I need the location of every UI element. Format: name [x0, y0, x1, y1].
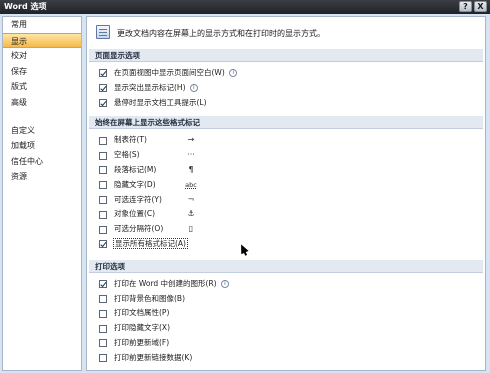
- option-print-properties[interactable]: 打印文档属性(P): [87, 306, 485, 321]
- panel-description: 更改文档内容在屏幕上的显示方式和在打印时的显示方式。: [117, 29, 325, 38]
- option-label: 段落标记(M): [114, 164, 157, 174]
- checkbox[interactable]: [99, 240, 107, 249]
- option-label: 悬停时显示文档工具提示(L): [114, 97, 207, 107]
- section-title-page-display: 页面显示选项: [89, 49, 483, 62]
- sidebar-item-trust-center[interactable]: 信任中心: [3, 154, 81, 170]
- checkbox[interactable]: [99, 166, 107, 175]
- checkbox[interactable]: [99, 225, 107, 234]
- option-optional-hyphens[interactable]: 可选连字符(Y) ¬: [87, 193, 485, 208]
- checkbox[interactable]: [99, 354, 107, 363]
- window-controls: ? X: [459, 1, 487, 12]
- option-label: 打印前更新链接数据(K): [114, 352, 193, 362]
- option-label: 显示突出显示标记(H): [114, 82, 186, 92]
- option-print-background[interactable]: 打印背景色和图像(B): [87, 292, 485, 307]
- option-label: 在页面视图中显示页面间空白(W): [114, 68, 225, 77]
- option-paragraph-marks[interactable]: 段落标记(M) ¶: [87, 163, 485, 178]
- checkbox[interactable]: [99, 181, 107, 190]
- section-title-print: 打印选项: [89, 259, 483, 273]
- sidebar-separator: [3, 111, 81, 123]
- info-icon: i: [229, 69, 238, 77]
- checkbox[interactable]: [99, 339, 107, 348]
- anchor-icon: ⚓: [187, 209, 195, 219]
- sidebar-item-display[interactable]: 显示: [3, 32, 81, 49]
- option-label: 可选连字符(Y): [114, 194, 162, 204]
- checkbox[interactable]: [99, 210, 107, 219]
- checkbox[interactable]: [99, 324, 107, 333]
- option-label: 空格(S): [114, 150, 140, 160]
- paragraph-mark-icon: ¶: [188, 164, 194, 174]
- option-label: 隐藏文字(D): [114, 179, 156, 189]
- checkbox[interactable]: [99, 280, 107, 289]
- checkbox[interactable]: [99, 309, 107, 318]
- option-show-all-formatting-marks[interactable]: 显示所有格式标记(A): [87, 237, 485, 255]
- title-bar: Word 选项 ? X: [0, 0, 490, 14]
- option-label: 打印背景色和图像(B): [114, 293, 185, 303]
- checkbox[interactable]: [99, 151, 107, 160]
- category-sidebar: 常用 显示 校对 保存 版式 高级 自定义 加载项 信任中心 资源: [2, 16, 82, 371]
- optional-hyphen-icon: ¬: [187, 194, 195, 204]
- sidebar-item-add-ins[interactable]: 加载项: [3, 138, 81, 154]
- space-mark-icon: ···: [187, 150, 195, 160]
- option-label: 打印隐藏文字(X): [114, 323, 170, 333]
- option-label: 显示所有格式标记(A): [113, 237, 188, 249]
- window-title: Word 选项: [4, 2, 47, 11]
- checkbox[interactable]: [99, 294, 107, 303]
- option-label: 打印文档属性(P): [114, 308, 170, 318]
- option-optional-breaks[interactable]: 可选分隔符(O) ▯: [87, 222, 485, 237]
- hidden-text-icon: abc: [185, 180, 197, 189]
- dialog-body: 常用 显示 校对 保存 版式 高级 自定义 加载项 信任中心 资源 更改文档内容…: [0, 14, 490, 373]
- close-button[interactable]: X: [474, 1, 487, 12]
- option-object-anchors[interactable]: 对象位置(C) ⚓: [87, 207, 485, 222]
- option-print-drawings[interactable]: 打印在 Word 中创建的图形(R) i: [87, 277, 485, 292]
- option-document-tooltips[interactable]: 悬停时显示文档工具提示(L): [87, 96, 485, 111]
- tab-mark-icon: →: [187, 135, 195, 145]
- option-print-hidden-text[interactable]: 打印隐藏文字(X): [87, 321, 485, 336]
- option-update-linked-data[interactable]: 打印前更新链接数据(K): [87, 351, 485, 366]
- checkbox[interactable]: [99, 84, 107, 93]
- option-label: 打印在 Word 中创建的图形(R): [114, 278, 217, 288]
- sidebar-item-save[interactable]: 保存: [3, 64, 81, 80]
- checkbox[interactable]: [99, 98, 107, 107]
- option-hidden-text[interactable]: 隐藏文字(D) abc: [87, 178, 485, 193]
- sidebar-item-general[interactable]: 常用: [3, 17, 81, 33]
- sidebar-item-advanced[interactable]: 高级: [3, 95, 81, 111]
- sidebar-item-layout[interactable]: 版式: [3, 79, 81, 95]
- panel-header: 更改文档内容在屏幕上的显示方式和在打印时的显示方式。: [87, 17, 485, 49]
- option-label: 可选分隔符(O): [114, 224, 164, 234]
- checkbox[interactable]: [99, 195, 107, 204]
- checkbox[interactable]: [99, 69, 107, 78]
- section-title-format-marks: 始终在屏幕上显示这些格式标记: [89, 116, 483, 130]
- sidebar-item-proofing[interactable]: 校对: [3, 48, 81, 64]
- option-update-fields[interactable]: 打印前更新域(F): [87, 336, 485, 351]
- info-icon: i: [221, 279, 229, 288]
- help-button[interactable]: ?: [459, 1, 472, 12]
- option-spaces[interactable]: 空格(S) ···: [87, 148, 485, 163]
- option-label: 对象位置(C): [114, 209, 156, 219]
- display-document-icon: [96, 25, 110, 39]
- option-whitespace-between-pages[interactable]: 在页面视图中显示页面间空白(W) i: [87, 66, 485, 81]
- info-icon: i: [189, 83, 198, 92]
- option-label: 打印前更新域(F): [114, 337, 170, 347]
- options-panel: 更改文档内容在屏幕上的显示方式和在打印时的显示方式。 页面显示选项 在页面视图中…: [86, 16, 486, 371]
- option-highlighter-marks[interactable]: 显示突出显示标记(H) i: [87, 81, 485, 96]
- option-label: 制表符(T): [114, 135, 147, 145]
- checkbox[interactable]: [99, 136, 107, 145]
- sidebar-item-resources[interactable]: 资源: [3, 169, 81, 185]
- sidebar-item-customize[interactable]: 自定义: [3, 123, 81, 139]
- option-tab-characters[interactable]: 制表符(T) →: [87, 133, 485, 148]
- optional-break-icon: ▯: [188, 224, 194, 234]
